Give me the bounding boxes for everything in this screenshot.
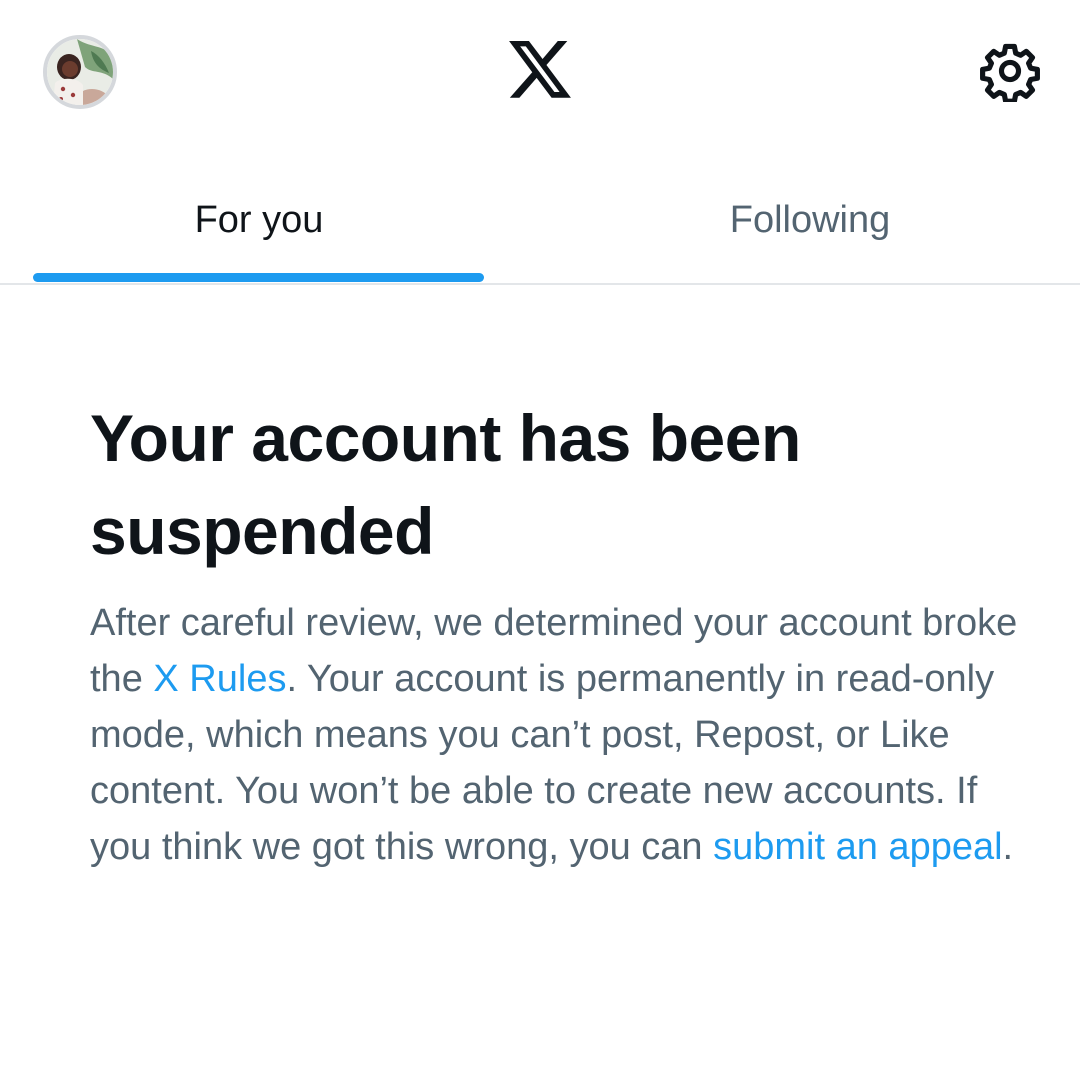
notice-title: Your account has been suspended xyxy=(90,401,801,568)
submit-appeal-link[interactable]: submit an appeal xyxy=(713,826,1002,868)
timeline-tabs: For you Following xyxy=(0,150,1080,285)
tab-following-label: Following xyxy=(729,199,891,241)
tab-for-you-label: For you xyxy=(194,199,324,241)
notice-body-end: . xyxy=(1002,826,1014,868)
user-avatar[interactable] xyxy=(43,35,117,109)
x-rules-link[interactable]: X Rules xyxy=(153,658,286,700)
avatar-image xyxy=(47,39,113,105)
x-logo-icon[interactable] xyxy=(509,41,571,99)
gear-icon[interactable] xyxy=(979,40,1041,102)
suspension-notice: Your account has been suspended After ca… xyxy=(90,392,1020,875)
notice-body: After careful review, we determined your… xyxy=(90,595,1020,875)
active-tab-indicator xyxy=(33,273,484,282)
top-bar xyxy=(0,0,1080,150)
tab-for-you[interactable]: For you xyxy=(0,150,540,283)
tab-following[interactable]: Following xyxy=(540,150,1080,283)
